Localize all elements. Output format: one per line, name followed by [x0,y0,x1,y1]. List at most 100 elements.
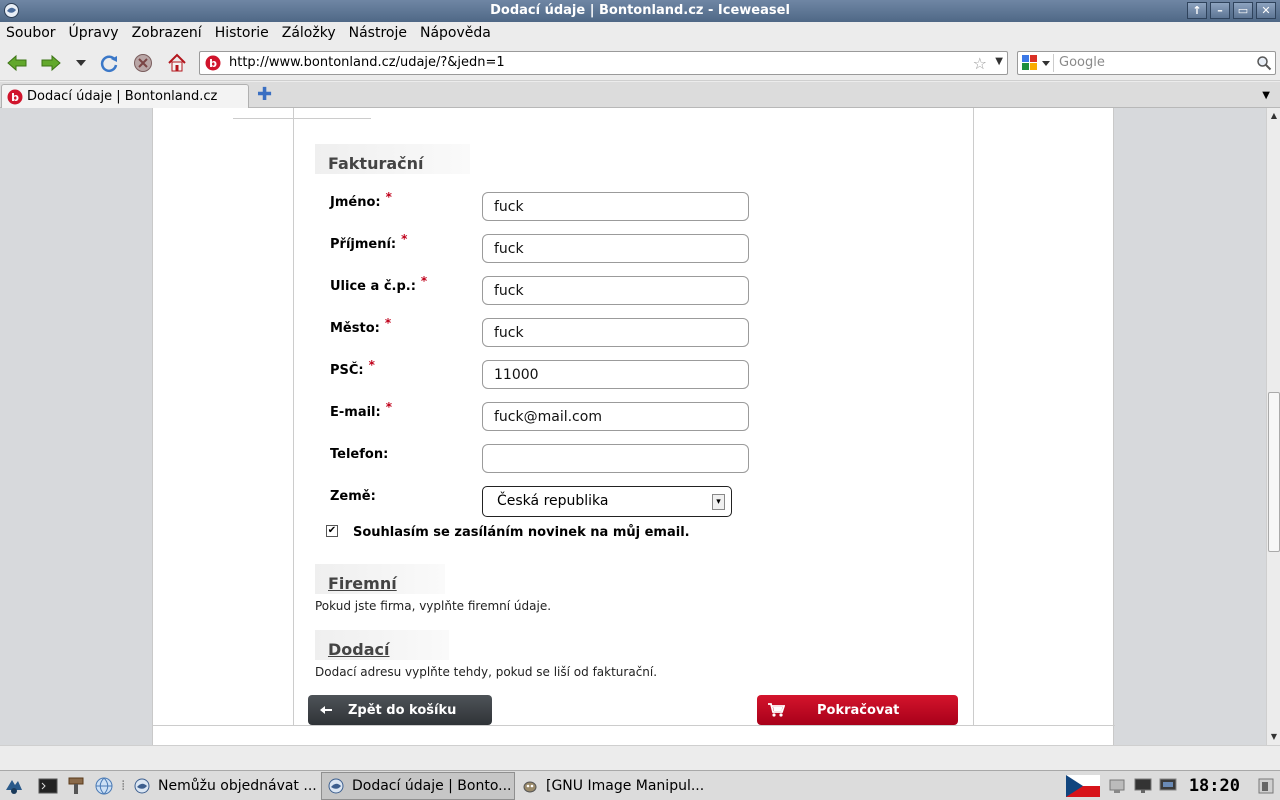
street-field[interactable] [482,276,749,305]
window-title: Dodací údaje | Bontonland.cz - Iceweasel [490,3,790,18]
gimp-task-icon [523,781,537,793]
url-history-dropdown-icon[interactable]: ▼ [995,56,1003,67]
country-select[interactable]: Česká republika ▾ [482,486,732,517]
scroll-down-arrow-icon[interactable]: ▼ [1268,730,1280,743]
new-tab-plus-icon[interactable]: ✚ [257,86,272,104]
magnifier-icon[interactable] [1256,55,1272,71]
last-name-field[interactable] [482,234,749,263]
network-tray-icon[interactable] [1107,776,1127,796]
street-label: Ulice a č.p.: * [330,274,428,294]
scroll-up-arrow-icon[interactable]: ▲ [1268,109,1280,122]
menu-help[interactable]: Nápověda [420,25,491,41]
arrow-left-icon [320,706,332,714]
menu-bookmarks[interactable]: Záložky [282,25,336,41]
delivery-note: Dodací adresu vyplňte tehdy, pokud se li… [315,665,658,679]
address-bar[interactable]: b http://www.bontonland.cz/udaje/?&jedn=… [199,51,1008,75]
newsletter-label[interactable]: Souhlasím se zasíláním novinek na můj em… [353,525,690,540]
vertical-scrollbar[interactable]: ▲ ▼ [1266,108,1280,745]
back-arrow-icon [7,54,27,72]
minimize-window-button[interactable]: – [1210,2,1230,19]
company-note: Pokud jste firma, vyplňte firemní údaje. [315,599,552,613]
shade-window-button[interactable]: ↑ [1187,2,1207,19]
web-browser-icon[interactable] [94,776,114,796]
page-container: Fakturační údaje Jméno:* Příjmení:* Ulic… [152,108,1115,745]
select-arrow-icon: ▾ [712,494,725,510]
page-viewport: Fakturační údaje Jméno:* Příjmení:* Ulic… [0,108,1266,745]
reload-button[interactable] [98,52,120,74]
menu-tools[interactable]: Nástroje [349,25,407,41]
first-name-label: Jméno: * [330,190,392,210]
city-field[interactable] [482,318,749,347]
task-gimp[interactable]: [GNU Image Manipul... [516,772,716,800]
tab-list-dropdown-icon[interactable]: ▼ [1262,90,1270,101]
home-icon [168,53,186,72]
start-menu-icon[interactable] [4,776,24,796]
checkmark-icon: ✔ [327,525,337,536]
terminal-icon[interactable] [38,776,58,796]
continue-button[interactable]: Pokračovat [757,695,958,725]
paint-brush-icon[interactable] [66,776,86,796]
taskbar-separator: ⁞ [121,778,126,794]
tab-bar: b Dodací údaje | Bontonland.cz ✚ ▼ [0,82,1280,108]
show-desktop-icon[interactable] [1256,776,1276,796]
tab-favicon-icon: b [7,89,23,105]
stop-button[interactable] [132,52,154,74]
last-name-label: Příjmení: * [330,232,408,252]
phone-field[interactable] [482,444,749,473]
back-to-cart-button[interactable]: Zpět do košíku [308,695,492,725]
required-asterisk: * [420,274,428,288]
search-placeholder: Google [1059,55,1105,70]
menu-view[interactable]: Zobrazení [132,25,202,41]
required-asterisk: * [385,400,392,414]
maximize-window-button[interactable]: ▭ [1233,2,1253,19]
display-tray-icon[interactable] [1133,776,1153,796]
task-nemuzu-objednavat[interactable]: Nemůžu objednávat ... [128,772,318,800]
bookmark-star-icon[interactable]: ☆ [973,54,987,73]
divider [233,118,371,119]
url-text: http://www.bontonland.cz/udaje/?&jedn=1 [229,55,505,70]
site-favicon-icon: b [205,55,221,71]
forward-button[interactable] [40,52,62,74]
column-divider [973,108,974,725]
desktop-taskbar: ⁞ Nemůžu objednávat ... Dodací údaje | B… [0,770,1280,800]
search-box[interactable]: Google [1017,51,1276,75]
task-label: Dodací údaje | Bonto... [352,778,512,794]
delivery-heading-link[interactable]: Dodací adresa [315,630,449,660]
svg-text:b: b [209,57,217,70]
postal-code-field[interactable] [482,360,749,389]
menu-history[interactable]: Historie [215,25,269,41]
menu-file[interactable]: Soubor [6,25,56,41]
postal-code-label: PSČ: * [330,358,375,378]
czech-keyboard-layout-icon[interactable] [1066,775,1100,797]
clock: 18:20 [1188,776,1240,796]
task-dodaci-udaje[interactable]: Dodací údaje | Bonto... [321,772,515,800]
first-name-field[interactable] [482,192,749,221]
tab-dodaci-udaje[interactable]: b Dodací údaje | Bontonland.cz [1,84,249,108]
close-window-button[interactable]: ✕ [1256,2,1276,19]
city-label: Město: * [330,316,392,336]
google-engine-icon [1022,55,1050,70]
country-label: Země: [330,489,376,504]
app-menu-icon[interactable] [3,2,20,19]
newsletter-checkbox[interactable]: ✔ [326,525,338,537]
email-field[interactable] [482,402,749,431]
history-dropdown-button[interactable] [70,52,92,74]
dropdown-triangle-icon [76,60,86,66]
company-heading-link[interactable]: Firemní údaje [315,564,445,594]
back-button[interactable] [6,52,28,74]
monitor-tray-icon[interactable] [1158,776,1178,796]
menu-bar: Soubor Úpravy Zobrazení Historie Záložky… [0,22,1280,44]
status-bar [0,745,1280,769]
task-label: Nemůžu objednávat ... [158,778,317,794]
svg-text:b: b [11,91,19,104]
required-asterisk: * [401,232,408,246]
window-titlebar: Dodací údaje | Bontonland.cz - Iceweasel… [0,0,1280,22]
scrollbar-thumb[interactable] [1268,392,1280,552]
task-label: [GNU Image Manipul... [546,778,705,794]
forward-arrow-icon [41,54,61,72]
menu-edit[interactable]: Úpravy [69,25,119,41]
home-button[interactable] [166,52,188,74]
browser-task-icon [134,778,150,794]
required-asterisk: * [384,316,392,330]
search-engine-selector[interactable] [1020,54,1054,72]
